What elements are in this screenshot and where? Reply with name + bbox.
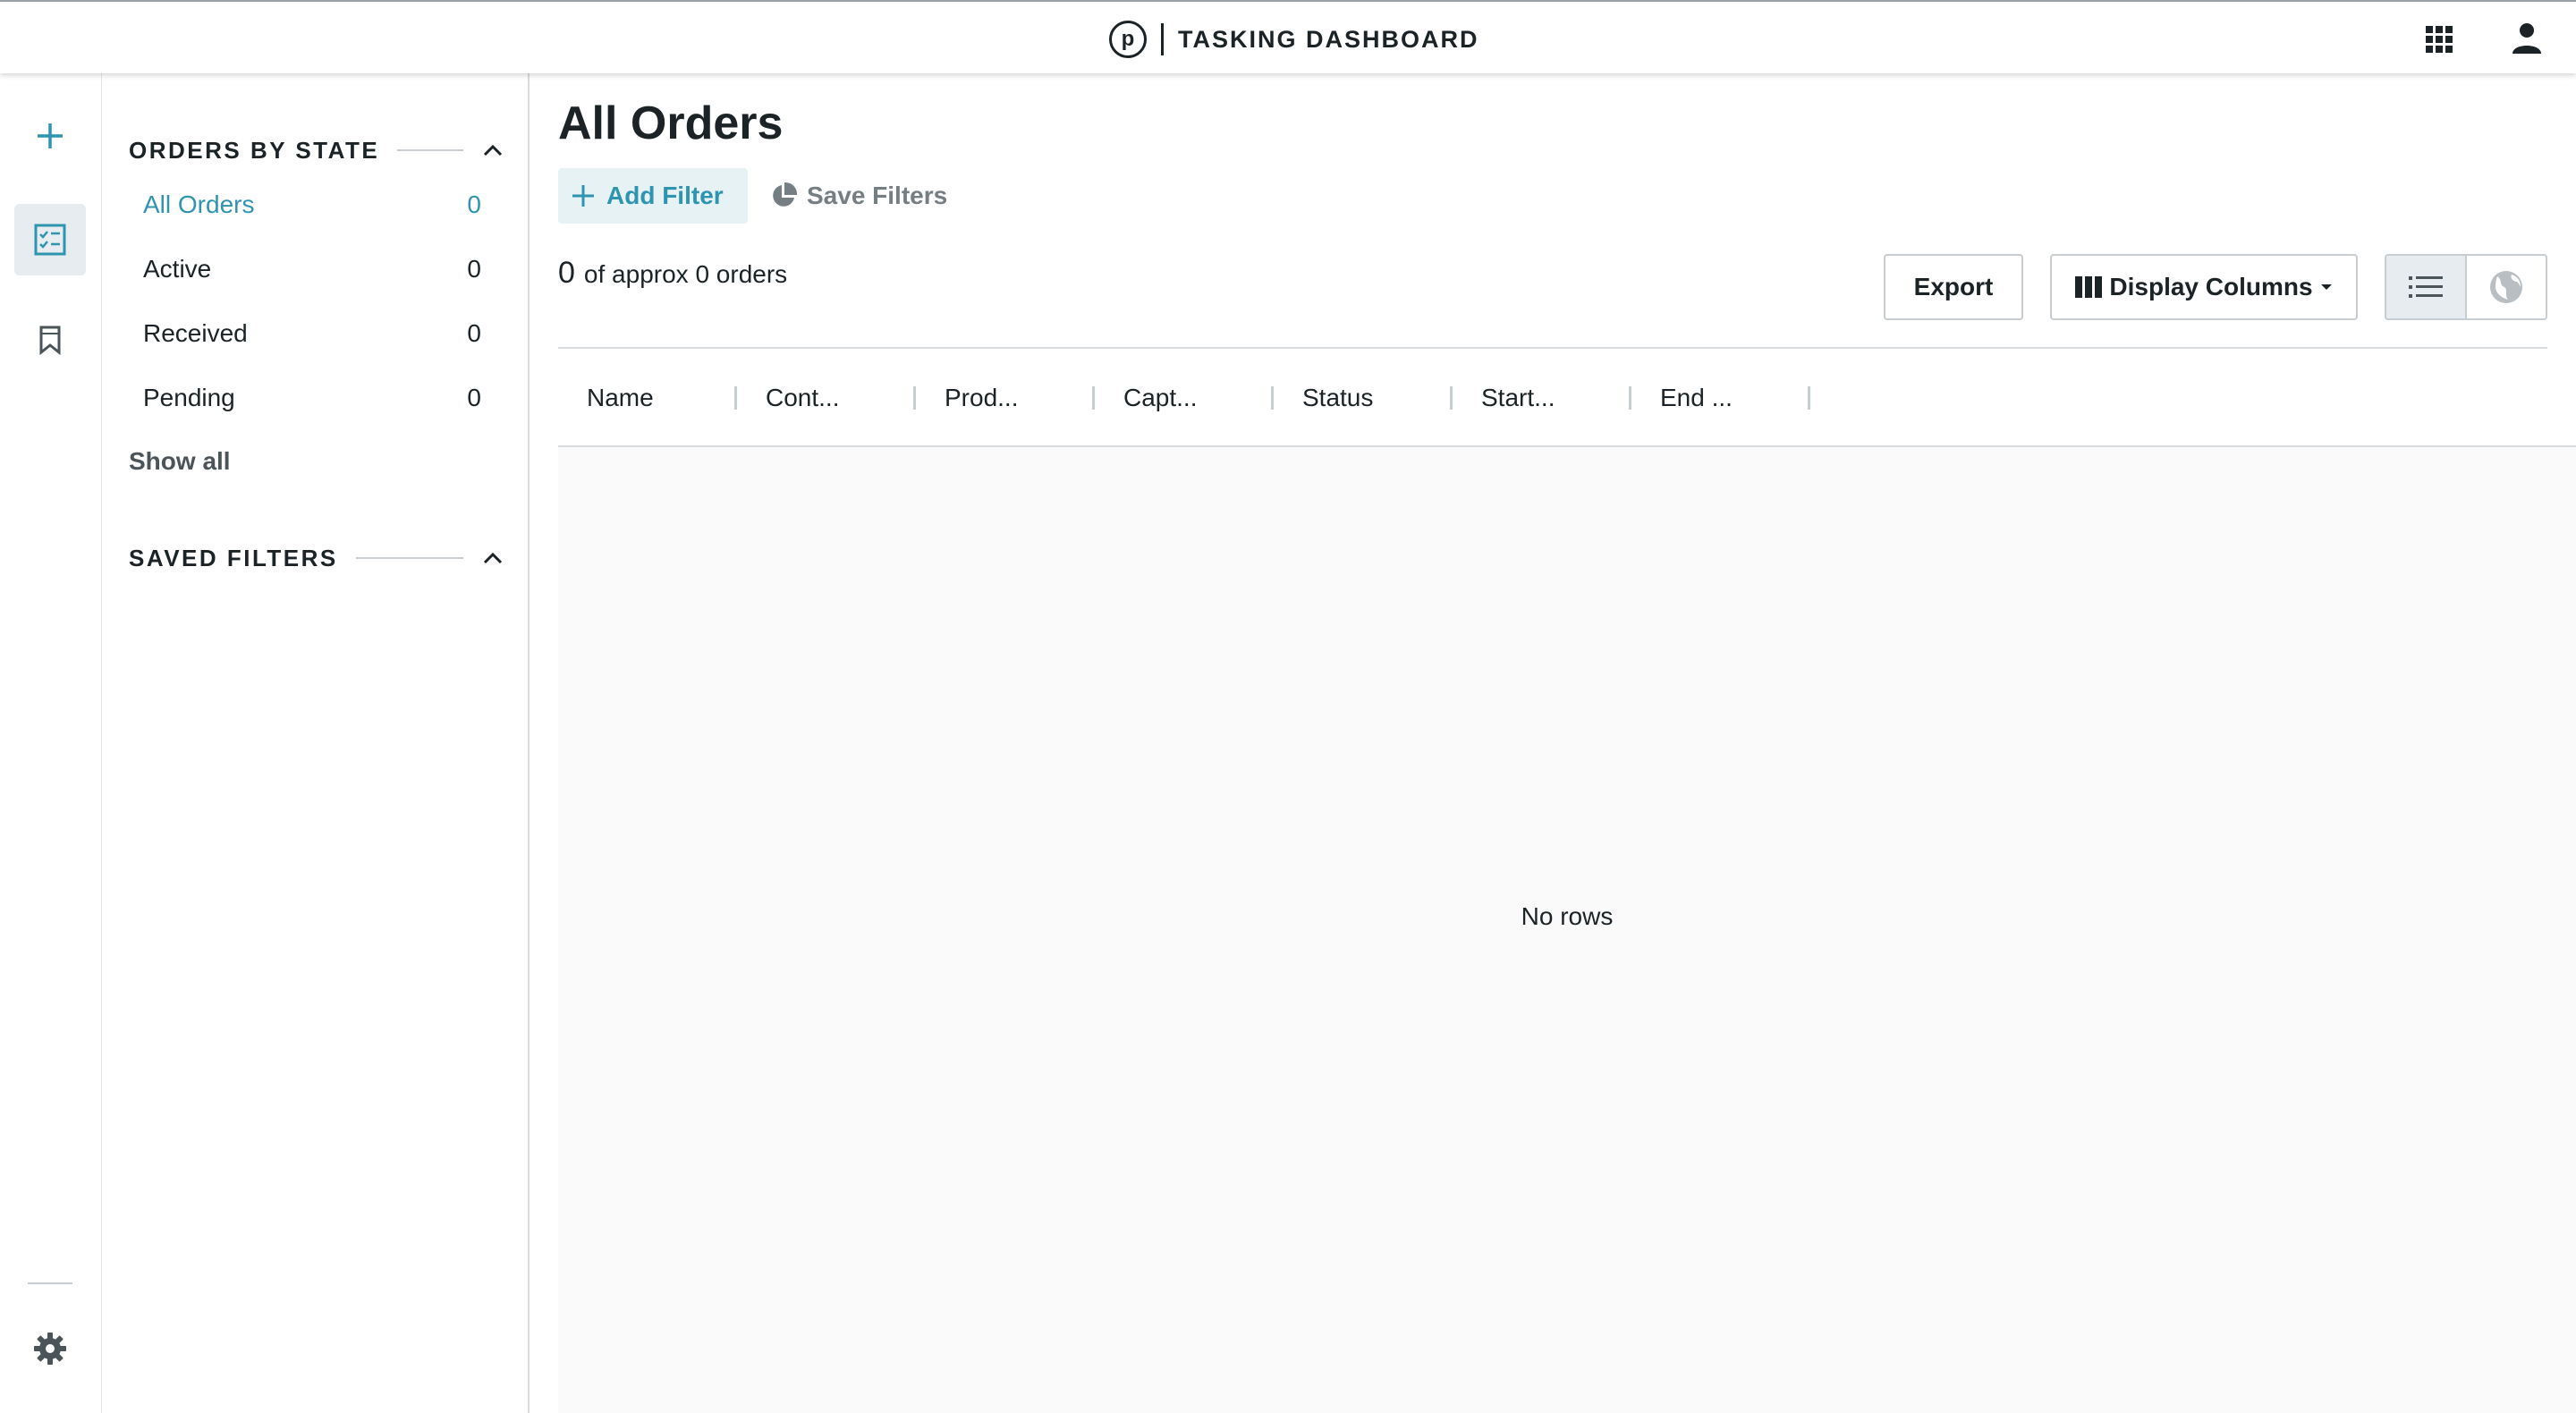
show-all-link[interactable]: Show all	[129, 447, 231, 476]
column-header-label: Prod...	[945, 384, 1019, 411]
caret-down-icon	[2320, 284, 2332, 290]
orders-nav-button[interactable]	[14, 204, 86, 275]
map-view-button[interactable]	[2467, 256, 2546, 318]
grid-header: Name Cont... Prod... Capt... Status Star…	[558, 349, 2576, 447]
section-divider	[355, 557, 463, 559]
state-item-active[interactable]: Active 0	[129, 244, 504, 294]
state-item-label: Active	[143, 255, 212, 283]
column-header-label: Capt...	[1123, 384, 1198, 411]
state-item-label: Pending	[143, 384, 235, 411]
rail-divider	[28, 1282, 72, 1284]
view-toggle	[2385, 254, 2547, 320]
chevron-up-icon[interactable]	[481, 546, 504, 570]
column-header-contract[interactable]: Cont...	[737, 349, 916, 447]
bookmarks-nav-button[interactable]	[14, 304, 86, 376]
add-filter-button[interactable]: Add Filter	[558, 168, 748, 224]
empty-state-text: No rows	[1521, 902, 1614, 930]
add-filter-label: Add Filter	[606, 182, 724, 209]
page-title: All Orders	[558, 97, 784, 149]
planet-logo-icon: p	[1109, 21, 1147, 58]
list-icon	[2409, 276, 2443, 298]
orders-grid: Name Cont... Prod... Capt... Status Star…	[558, 349, 2576, 1413]
state-item-count: 0	[467, 384, 481, 411]
column-header-label: Status	[1302, 384, 1374, 411]
main-content: All Orders Add Filter Save Filters 0 of …	[530, 73, 2576, 1413]
order-count: 0 of approx 0 orders	[558, 256, 787, 291]
order-count-value: 0	[558, 256, 575, 290]
column-resize-handle[interactable]	[1808, 386, 1810, 410]
checklist-icon	[34, 224, 66, 256]
state-item-received[interactable]: Received 0	[129, 309, 504, 359]
column-header-start[interactable]: Start...	[1453, 349, 1631, 447]
order-count-suffix: of approx 0 orders	[583, 260, 788, 288]
export-button[interactable]: Export	[1884, 254, 2023, 320]
sidebar: ORDERS BY STATE All Orders 0 Active 0 Re…	[102, 73, 530, 1413]
state-item-all-orders[interactable]: All Orders 0	[129, 180, 504, 230]
columns-icon	[2075, 276, 2103, 298]
state-item-label: All Orders	[143, 190, 255, 218]
globe-icon	[2490, 271, 2522, 303]
column-header-end[interactable]: End ...	[1631, 349, 1810, 447]
plus-icon	[572, 185, 594, 207]
person-icon[interactable]	[2509, 20, 2545, 55]
new-order-button[interactable]	[14, 100, 86, 172]
plus-icon	[38, 123, 63, 148]
state-item-count: 0	[467, 319, 481, 347]
saved-filters-title: SAVED FILTERS	[129, 544, 338, 571]
saved-filters-header: SAVED FILTERS	[129, 540, 504, 576]
column-header-capture[interactable]: Capt...	[1095, 349, 1274, 447]
list-view-button[interactable]	[2386, 256, 2467, 318]
logo-letter: p	[1121, 27, 1135, 51]
column-header-label: Cont...	[766, 384, 840, 411]
settings-button[interactable]	[14, 1313, 86, 1384]
display-columns-button[interactable]: Display Columns	[2050, 254, 2358, 320]
column-header-label: End ...	[1660, 384, 1733, 411]
left-rail	[0, 73, 102, 1413]
column-header-product[interactable]: Prod...	[916, 349, 1095, 447]
section-divider	[397, 149, 463, 151]
pie-chart-icon	[773, 182, 798, 207]
column-header-label: Name	[587, 384, 654, 411]
gear-icon	[34, 1333, 66, 1365]
brand-divider	[1161, 23, 1164, 55]
empty-state: No rows	[558, 447, 2576, 1413]
state-item-count: 0	[467, 255, 481, 283]
bookmark-icon	[39, 326, 61, 355]
state-item-count: 0	[467, 190, 481, 218]
column-header-status[interactable]: Status	[1274, 349, 1453, 447]
orders-by-state-title: ORDERS BY STATE	[129, 136, 380, 164]
chevron-up-icon[interactable]	[481, 139, 504, 162]
app-title: TASKING DASHBOARD	[1178, 25, 1479, 53]
display-columns-label: Display Columns	[2109, 273, 2313, 300]
column-header-name[interactable]: Name	[558, 349, 737, 447]
column-header-label: Start...	[1481, 384, 1555, 411]
state-item-label: Received	[143, 319, 248, 347]
brand[interactable]: p TASKING DASHBOARD	[1109, 20, 1479, 59]
top-bar: p TASKING DASHBOARD	[0, 0, 2576, 73]
state-item-pending[interactable]: Pending 0	[129, 373, 504, 423]
save-filters-label: Save Filters	[807, 182, 948, 209]
apps-grid-icon[interactable]	[2426, 26, 2453, 53]
save-filters-button[interactable]: Save Filters	[769, 168, 947, 224]
orders-by-state-header: ORDERS BY STATE	[129, 132, 504, 168]
